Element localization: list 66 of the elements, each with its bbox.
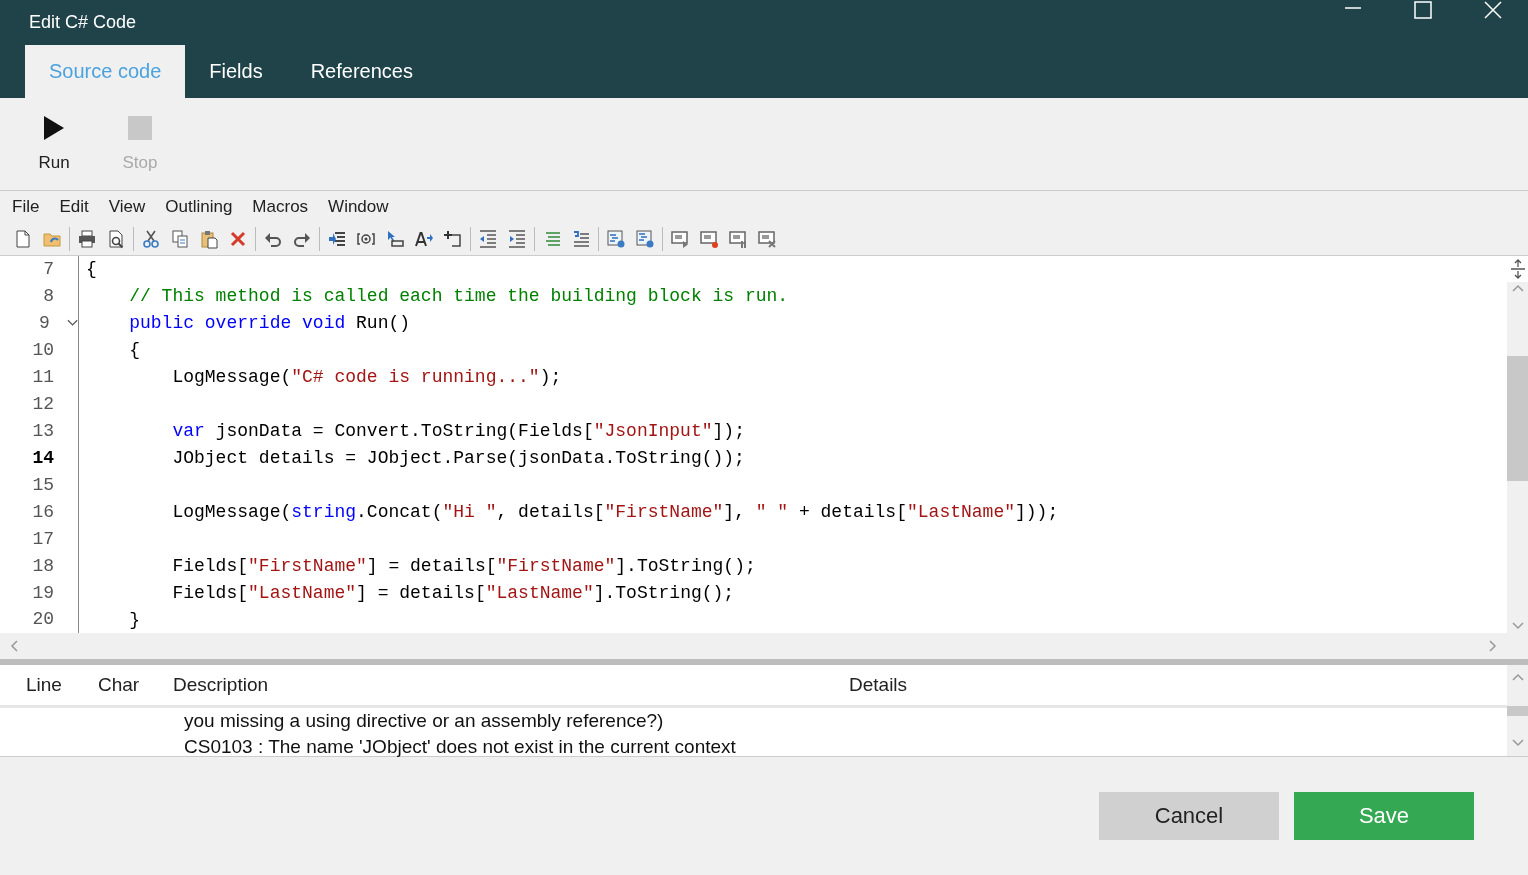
doc-gear-icon xyxy=(606,228,626,249)
line-number: 7 xyxy=(42,259,54,280)
code-line: { xyxy=(128,339,140,362)
code-line: // This method is called each time the building block is run. xyxy=(128,285,789,308)
code-line: Fields["LastName"] = details["LastName"].ToString(); xyxy=(171,582,735,605)
cancel-button[interactable]: Cancel xyxy=(1099,791,1279,840)
macro-record-icon xyxy=(699,228,719,249)
macro-play-icon xyxy=(670,228,690,249)
code-line: LogMessage("C# code is running..."); xyxy=(171,366,562,389)
error-description: you missing a using directive or an assembly reference?) xyxy=(184,710,664,731)
outdent-icon xyxy=(478,228,498,249)
menu-item[interactable]: View xyxy=(98,196,156,217)
scrollbar-thumb[interactable] xyxy=(1507,705,1528,716)
code-line: { xyxy=(86,258,97,281)
line-number: 14 xyxy=(31,447,54,468)
tab[interactable]: References xyxy=(286,45,437,98)
column-header[interactable]: Description xyxy=(173,674,269,695)
wrap-lines-icon xyxy=(571,228,591,249)
line-number: 16 xyxy=(31,501,54,522)
chevron-down-icon[interactable] xyxy=(66,319,78,328)
line-number: 13 xyxy=(31,421,54,441)
stop-icon xyxy=(127,115,153,141)
code-line: var jsonData = Convert.ToString(Fields["JsonInput"]); xyxy=(171,420,745,443)
menu-item[interactable]: File xyxy=(2,196,50,217)
line-number: 20 xyxy=(31,609,54,630)
run-button[interactable]: Run xyxy=(22,115,86,173)
indent-icon xyxy=(507,228,527,249)
clipboard-icon xyxy=(199,228,219,249)
scrollbar-thumb[interactable] xyxy=(1507,356,1528,481)
line-number: 12 xyxy=(31,394,54,415)
line-number: 17 xyxy=(31,528,54,549)
line-number: 10 xyxy=(31,340,54,361)
menu-item[interactable]: Edit xyxy=(49,196,99,217)
line-number: 11 xyxy=(31,367,54,388)
line-number: 19 xyxy=(31,582,54,603)
copy-icon xyxy=(170,228,190,249)
menu-item[interactable]: Window xyxy=(318,196,399,217)
macro-pause-icon xyxy=(728,228,748,249)
code-line: JObject details = JObject.Parse(jsonData.ToString()); xyxy=(171,447,745,470)
line-number: 8 xyxy=(42,286,54,307)
macro-cancel-icon xyxy=(757,228,777,249)
cursor-icon xyxy=(385,228,405,249)
print-preview-icon xyxy=(106,228,126,249)
code-line: Fields["FirstName"] = details["FirstName"].ToString(); xyxy=(171,555,756,578)
code-line: public override void Run() xyxy=(128,312,411,335)
code-line: LogMessage(string.Concat("Hi ", details["FirstName"], " " + details["LastName"])); xyxy=(171,501,1059,524)
column-header[interactable]: Char xyxy=(98,674,140,695)
tab[interactable]: Fields xyxy=(185,45,287,98)
line-number: 15 xyxy=(31,474,54,495)
insert-corner-icon xyxy=(443,228,463,249)
line-number: 9 xyxy=(38,313,50,334)
error-description: CS0103 : The name 'JObject' does not exist in the current context xyxy=(184,736,736,757)
column-header[interactable]: Line xyxy=(26,674,62,695)
window-title: Edit C# Code xyxy=(29,12,138,33)
line-number: 18 xyxy=(31,555,54,576)
code-line: } xyxy=(128,609,140,632)
printer-icon xyxy=(77,228,97,249)
vertical-scrollbar[interactable] xyxy=(1507,665,1528,756)
scissors-icon xyxy=(141,228,161,249)
split-handle-icon[interactable] xyxy=(1509,259,1526,279)
menu-item[interactable]: Macros xyxy=(242,196,319,217)
document-icon xyxy=(13,228,33,249)
column-header[interactable]: Details xyxy=(849,674,908,695)
vertical-scrollbar[interactable] xyxy=(1507,256,1528,633)
menu-item[interactable]: Outlining xyxy=(155,196,243,217)
doc-gear-alt-icon xyxy=(635,228,655,249)
